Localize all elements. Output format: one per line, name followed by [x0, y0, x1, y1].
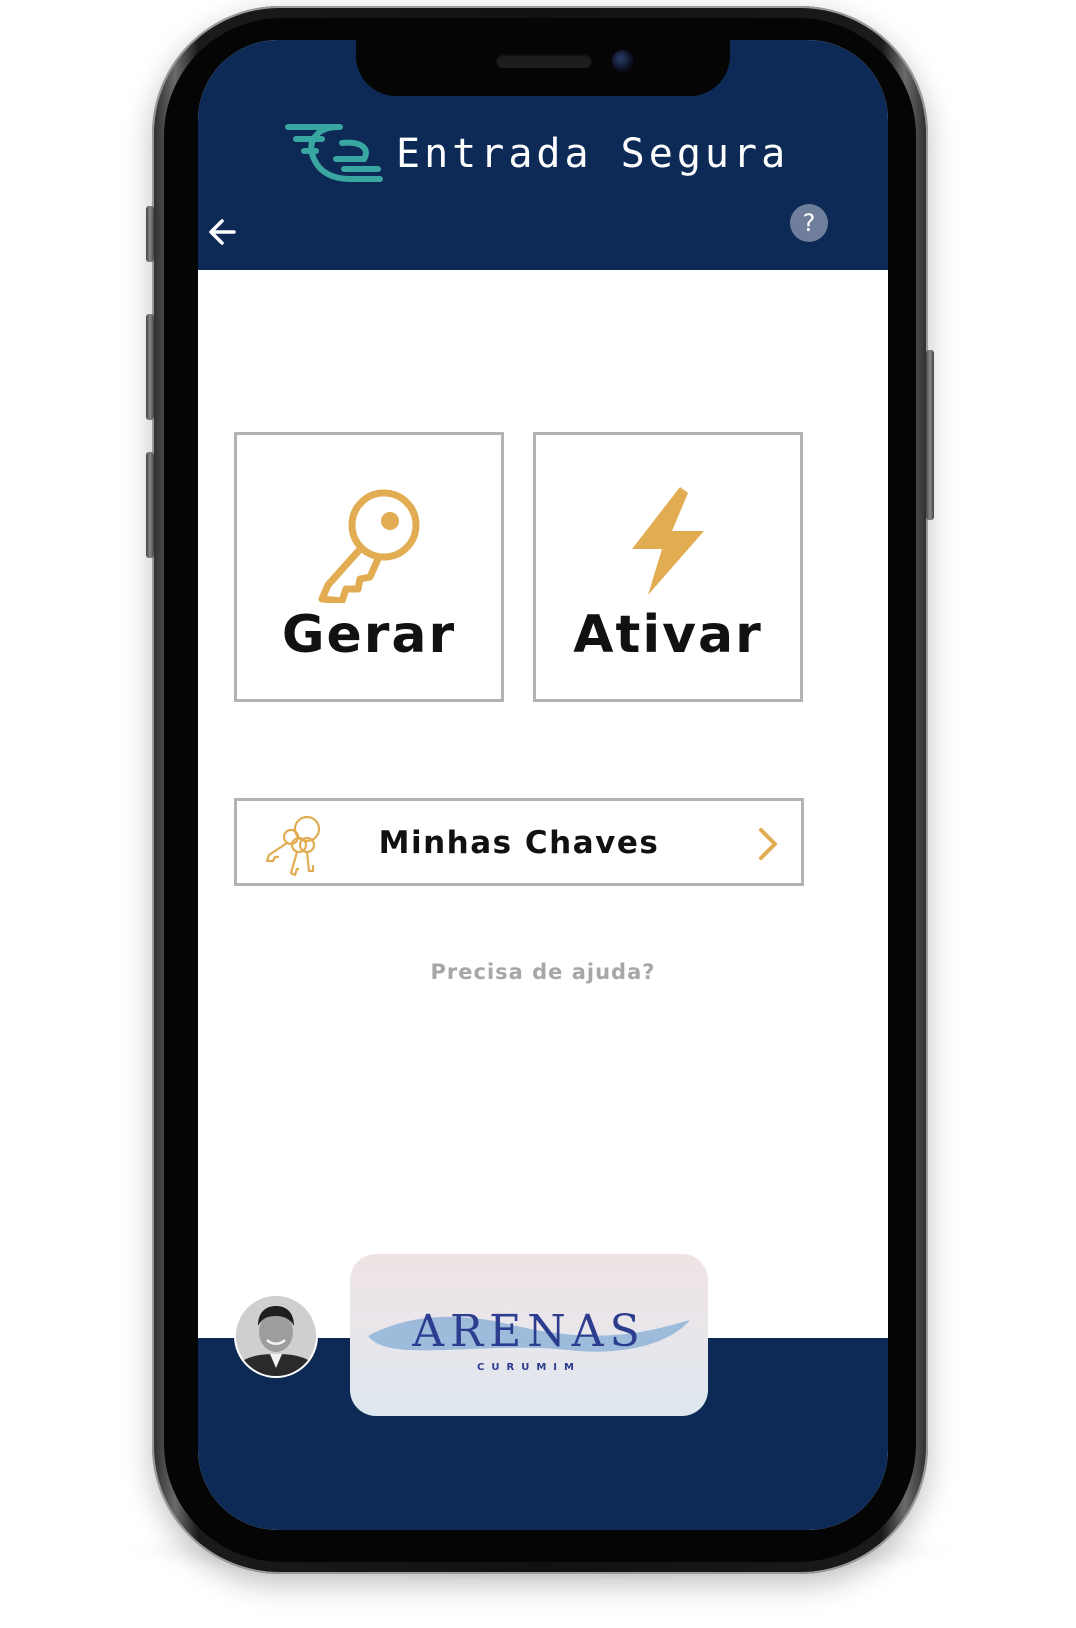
key-icon: [318, 489, 420, 603]
user-photo-icon: [236, 1296, 316, 1376]
volume-down-button: [146, 452, 154, 558]
minhas-chaves-label: Minhas Chaves: [378, 825, 660, 861]
user-avatar[interactable]: [236, 1296, 316, 1376]
ativar-button[interactable]: Ativar: [533, 432, 803, 702]
chevron-right-icon: [759, 828, 777, 860]
lightning-icon: [632, 487, 704, 595]
phone-notch: [356, 40, 730, 96]
gerar-button[interactable]: Gerar: [234, 432, 504, 702]
app-logo: Entrada Segura: [282, 122, 789, 186]
help-button[interactable]: ?: [790, 204, 828, 242]
volume-up-button: [146, 314, 154, 420]
app-screen: Entrada Segura ? Gerar Ativar Minhas Cha…: [198, 40, 888, 1530]
app-title: Entrada Segura: [396, 131, 790, 177]
earpiece-speaker: [496, 54, 592, 68]
minhas-chaves-button[interactable]: Minhas Chaves: [234, 798, 804, 886]
back-button[interactable]: [200, 210, 244, 254]
app-header: Entrada Segura ?: [198, 40, 888, 270]
ativar-label: Ativar: [573, 605, 763, 665]
brand-name: ARENAS: [412, 1306, 646, 1357]
gerar-label: Gerar: [281, 605, 457, 665]
arrow-left-icon: [209, 219, 236, 245]
brand-subtitle: CURUMIM: [477, 1362, 581, 1373]
condominium-brand-card: ARENAS CURUMIM: [350, 1254, 708, 1416]
mute-switch: [146, 206, 154, 262]
entrada-segura-logo-icon: [285, 124, 383, 182]
front-camera: [612, 50, 634, 72]
help-link[interactable]: Precisa de ajuda?: [198, 960, 888, 984]
power-button: [926, 350, 934, 520]
